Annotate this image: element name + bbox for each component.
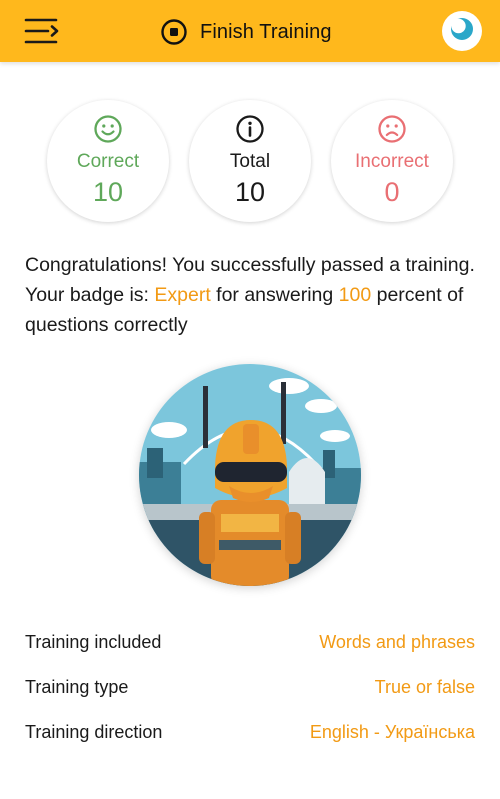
sad-icon	[377, 114, 407, 144]
page-title: Finish Training	[200, 20, 332, 43]
correct-percent: 100	[338, 284, 372, 306]
detail-label: Training type	[25, 677, 129, 697]
moon-icon	[449, 16, 475, 47]
detail-row-training-type: Training type True or false	[25, 671, 475, 716]
robot-expert-badge-image	[139, 364, 361, 586]
menu-collapse-icon[interactable]	[24, 16, 60, 46]
app-header: Finish Training	[0, 0, 500, 62]
incorrect-label: Incorrect	[355, 151, 429, 172]
smile-icon	[93, 114, 123, 144]
incorrect-stat-card: Incorrect 0	[331, 100, 453, 222]
detail-label: Training direction	[25, 722, 163, 742]
training-stats: Correct 10 Total 10 Incorrect 0	[0, 100, 500, 226]
detail-label: Training included	[25, 632, 162, 652]
detail-value: Words and phrases	[319, 632, 475, 652]
theme-toggle-button[interactable]	[442, 11, 482, 51]
total-count: 10	[234, 177, 266, 207]
total-stat-card: Total 10	[189, 100, 311, 222]
training-details: Training included Words and phrases Trai…	[25, 626, 475, 761]
detail-value: English - Українська	[309, 722, 475, 742]
detail-row-training-direction: Training direction English - Українська	[25, 716, 475, 761]
finish-training-button[interactable]: Finish Training	[160, 17, 332, 47]
message-text-2: for answering	[210, 284, 339, 306]
info-icon	[235, 114, 265, 144]
badge-name: Expert	[154, 284, 211, 306]
total-label: Total	[229, 151, 271, 172]
correct-count: 10	[92, 177, 124, 207]
correct-label: Correct	[76, 151, 140, 172]
detail-value: True or false	[374, 677, 475, 697]
incorrect-count: 0	[384, 177, 400, 207]
result-message: Congratulations! You successfully passed…	[25, 250, 485, 340]
detail-row-training-included: Training included Words and phrases	[25, 626, 475, 671]
stop-circle-icon	[160, 18, 188, 46]
correct-stat-card: Correct 10	[47, 100, 169, 222]
